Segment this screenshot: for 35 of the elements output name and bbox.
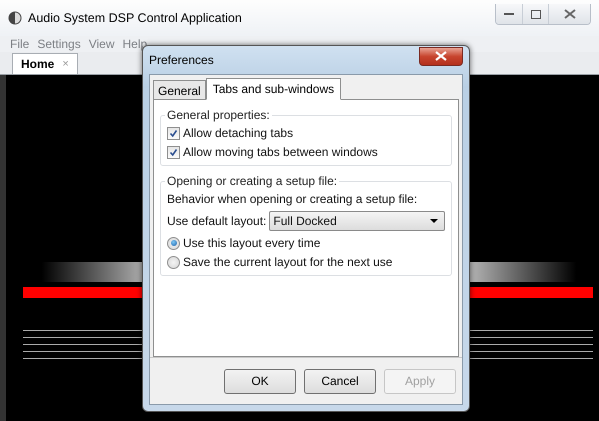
dialog-close-button[interactable]: [419, 46, 463, 66]
dropdown-arrow-icon: [430, 219, 438, 223]
group-title: Opening or creating a setup file:: [166, 174, 338, 188]
dropdown-value: Full Docked: [273, 214, 337, 228]
dialog-tab[interactable]: General: [153, 80, 206, 100]
window-title: Audio System DSP Control Application: [28, 11, 242, 25]
menu-item[interactable]: Settings: [37, 37, 81, 51]
checkbox-label: Allow moving tabs between windows: [183, 145, 378, 159]
radio-button[interactable]: [167, 236, 180, 250]
layout-dropdown[interactable]: Full Docked: [269, 211, 445, 231]
maximize-icon: [530, 10, 540, 18]
checkbox[interactable]: [167, 146, 180, 158]
dialog-title: Preferences: [149, 53, 214, 67]
radio-label: Use this layout every time: [183, 236, 320, 250]
radio-button[interactable]: [167, 256, 180, 268]
checkbox[interactable]: [167, 126, 180, 140]
radio-label: Save the current layout for the next use: [183, 255, 392, 269]
checkbox-label: Allow detaching tabs: [183, 126, 294, 140]
close-button[interactable]: [548, 4, 590, 24]
menu-item[interactable]: File: [10, 37, 30, 51]
document-tab[interactable]: Home ×: [12, 53, 78, 74]
description-text: Behavior when opening or creating a setup file:: [167, 192, 418, 206]
minimize-icon: [504, 12, 514, 16]
maximize-button[interactable]: [522, 4, 548, 24]
app-logo-icon: [8, 11, 22, 25]
minimize-button[interactable]: [496, 4, 522, 24]
close-icon: [564, 9, 576, 19]
tab-label: Home: [21, 57, 54, 71]
dialog-button[interactable]: Cancel: [304, 368, 376, 394]
menu-item[interactable]: View: [88, 37, 114, 51]
field-label: Use default layout:: [167, 214, 266, 228]
dialog-button[interactable]: OK: [224, 368, 296, 394]
dialog-tab[interactable]: Tabs and sub-windows: [206, 78, 342, 100]
group-title: General properties:: [166, 108, 271, 122]
close-icon: [435, 51, 447, 61]
